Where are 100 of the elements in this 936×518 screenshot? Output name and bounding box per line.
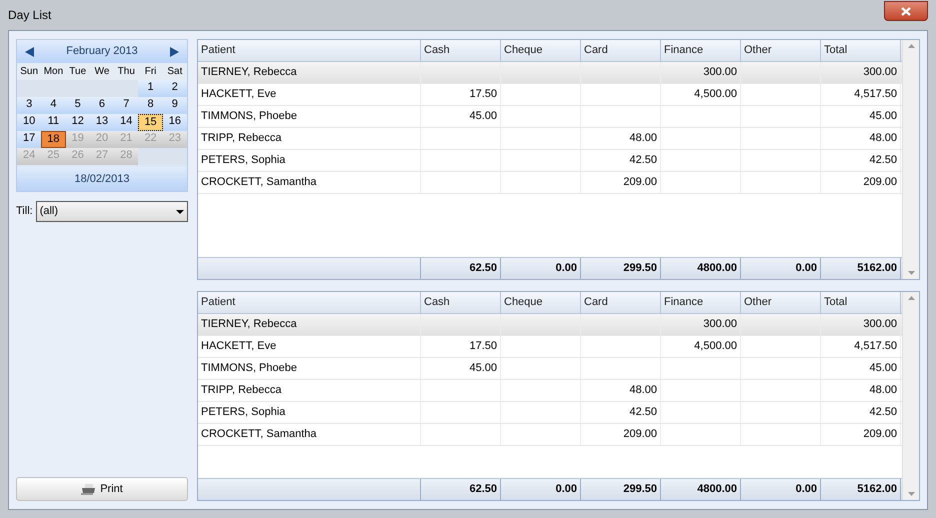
calendar-day[interactable]: 5 — [66, 97, 90, 114]
table-cell: 300.00 — [703, 66, 737, 78]
column-header[interactable]: Cash — [421, 292, 501, 313]
weekday-label: Sun — [19, 65, 40, 79]
calendar-day[interactable]: 15 — [138, 114, 163, 131]
column-header[interactable]: Total — [821, 40, 901, 61]
table-cell: 209.00 — [623, 428, 657, 440]
close-icon — [901, 6, 911, 16]
table-cell: TRIPP, Rebecca — [201, 384, 282, 396]
table-cell: 48.00 — [869, 132, 897, 144]
table-row[interactable]: TIMMONS, Phoebe 45.00 45.00 — [198, 358, 902, 380]
table-cell: 45.00 — [469, 110, 497, 122]
close-button[interactable] — [884, 1, 928, 21]
next-month-icon[interactable] — [170, 46, 179, 56]
scrollbar[interactable] — [902, 292, 919, 500]
weekday-label: Mon — [42, 65, 64, 79]
table-row[interactable]: CROCKETT, Samantha 209.00 209.00 — [198, 424, 902, 446]
table-cell: 4,517.50 — [854, 340, 897, 352]
calendar-day[interactable]: 7 — [114, 97, 138, 114]
total-cell: 5162.00 — [857, 262, 897, 274]
table-cell: 17.50 — [469, 88, 497, 100]
table-row[interactable]: PETERS, Sophia 42.50 42.50 — [198, 150, 902, 172]
calendar-day[interactable]: 14 — [114, 114, 138, 131]
table-cell: 42.50 — [869, 154, 897, 166]
calendar-day[interactable]: 6 — [90, 97, 114, 114]
table-cell: 209.00 — [863, 428, 897, 440]
calendar-day[interactable]: 2 — [162, 80, 187, 97]
table-cell: CROCKETT, Samantha — [201, 176, 317, 188]
column-header[interactable]: Cheque — [501, 292, 581, 313]
table-cell: TIERNEY, Rebecca — [201, 318, 297, 330]
column-header[interactable]: Finance — [661, 40, 741, 61]
column-header[interactable]: Other — [741, 292, 821, 313]
table-cell: PETERS, Sophia — [201, 406, 286, 418]
table-row[interactable]: TIERNEY, Rebecca 300.00 300.00 — [198, 314, 902, 336]
calendar-day[interactable]: 11 — [41, 114, 66, 131]
table-cell: 48.00 — [629, 132, 657, 144]
selected-date[interactable]: 18/02/2013 — [17, 167, 187, 191]
table-row[interactable]: TRIPP, Rebecca 48.00 48.00 — [198, 128, 902, 150]
weekday-label: Tue — [68, 65, 88, 79]
scroll-down-icon[interactable] — [908, 492, 914, 496]
table-cell: CROCKETT, Samantha — [201, 428, 317, 440]
column-header[interactable]: Card — [581, 40, 661, 61]
calendar-day[interactable]: 17 — [17, 131, 42, 148]
calendar-day[interactable]: 9 — [162, 97, 187, 114]
scroll-up-icon[interactable] — [908, 44, 914, 48]
calendar-day[interactable]: 16 — [162, 114, 187, 131]
column-header[interactable]: Cheque — [501, 40, 581, 61]
calendar-day[interactable]: 18 — [41, 131, 66, 148]
table-cell: TIERNEY, Rebecca — [201, 66, 297, 78]
till-dropdown[interactable]: (all) — [36, 201, 188, 222]
table-cell: 42.50 — [869, 406, 897, 418]
table-row[interactable]: TIMMONS, Phoebe 45.00 45.00 — [198, 106, 902, 128]
calendar-day[interactable]: 4 — [41, 97, 66, 114]
calendar-day[interactable]: 10 — [17, 114, 42, 131]
total-cell: 0.00 — [796, 483, 817, 495]
table-cell: 300.00 — [863, 318, 897, 330]
column-header[interactable]: Patient — [198, 292, 421, 313]
calendar-day[interactable]: 12 — [66, 114, 90, 131]
scroll-down-icon[interactable] — [908, 271, 914, 275]
table-row[interactable]: PETERS, Sophia 42.50 42.50 — [198, 402, 902, 424]
scrollbar[interactable] — [902, 40, 919, 279]
month-title: February 2013 — [66, 44, 138, 60]
calendar-day[interactable]: 8 — [138, 97, 163, 114]
column-header[interactable]: Patient — [198, 40, 421, 61]
table-row[interactable]: TRIPP, Rebecca 48.00 48.00 — [198, 380, 902, 402]
table-cell: TRIPP, Rebecca — [201, 132, 282, 144]
table-cell: 17.50 — [469, 340, 497, 352]
previous-month-icon[interactable] — [25, 46, 34, 56]
calendar-day[interactable]: 1 — [138, 80, 163, 97]
table-row[interactable]: HACKETT, Eve 17.50 4,500.00 4,517.50 — [198, 84, 902, 106]
table-row[interactable]: TIERNEY, Rebecca 300.00 300.00 — [198, 62, 902, 84]
print-button[interactable]: Print — [16, 477, 188, 501]
weekday-label: We — [94, 65, 110, 79]
table-cell: 4,500.00 — [694, 88, 737, 100]
printer-icon — [81, 484, 96, 494]
column-header[interactable]: Total — [821, 292, 901, 313]
column-header[interactable]: Finance — [661, 292, 741, 313]
column-header[interactable]: Cash — [421, 40, 501, 61]
total-cell: 62.50 — [469, 483, 497, 495]
total-cell: 299.50 — [623, 262, 657, 274]
table-cell: PETERS, Sophia — [201, 154, 286, 166]
total-cell: 299.50 — [623, 483, 657, 495]
table-row[interactable]: HACKETT, Eve 17.50 4,500.00 4,517.50 — [198, 336, 902, 358]
calendar-day[interactable]: 13 — [90, 114, 114, 131]
table-row[interactable]: CROCKETT, Samantha 209.00 209.00 — [198, 172, 902, 194]
table-cell: 300.00 — [703, 318, 737, 330]
table-cell: 42.50 — [629, 406, 657, 418]
table-cell: 4,517.50 — [854, 88, 897, 100]
weekday-label: Thu — [116, 65, 136, 79]
dropdown-caret-icon — [176, 210, 184, 214]
weekday-label: Fri — [144, 65, 158, 79]
table-cell: 209.00 — [623, 176, 657, 188]
calendar-day[interactable]: 3 — [17, 97, 42, 114]
column-header[interactable]: Other — [741, 40, 821, 61]
table-cell: 209.00 — [863, 176, 897, 188]
column-header[interactable]: Card — [581, 292, 661, 313]
scroll-up-icon[interactable] — [908, 296, 914, 300]
total-cell: 62.50 — [469, 262, 497, 274]
total-cell: 0.00 — [556, 483, 577, 495]
table-cell: TIMMONS, Phoebe — [201, 110, 297, 122]
